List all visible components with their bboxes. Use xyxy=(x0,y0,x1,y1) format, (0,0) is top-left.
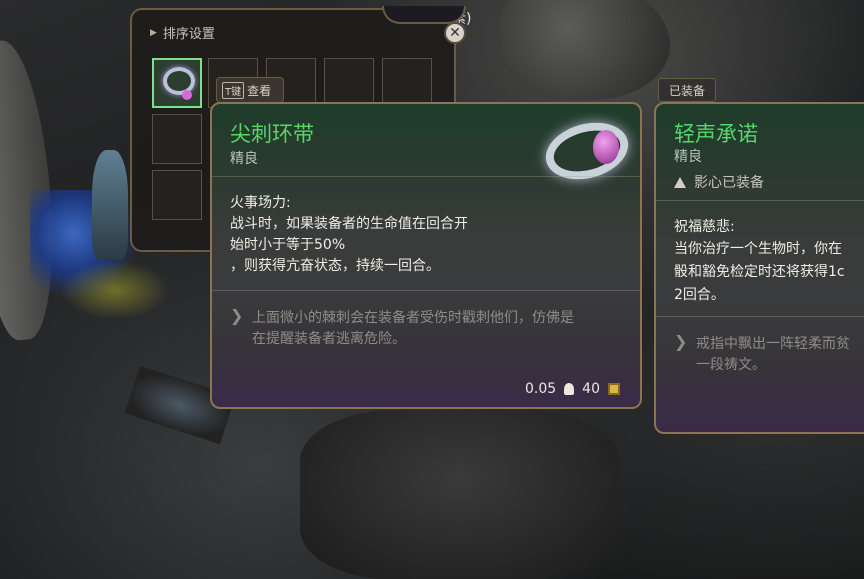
character-figure[interactable] xyxy=(92,150,128,260)
gold-coin-icon xyxy=(608,383,620,395)
equipped-effect-name: 祝福慈悲: xyxy=(674,219,735,235)
ring-stone-art xyxy=(593,130,619,164)
item-lore: 上面微小的棘刺会在装备者受伤时戳刺他们，仿佛是 在提醒装备者逃离危险。 xyxy=(252,308,622,350)
ring-gem-icon xyxy=(182,90,192,100)
divider xyxy=(656,316,864,317)
item-rarity: 精良 xyxy=(230,151,258,167)
effect-line: 当你治疗一个生物时，你在 xyxy=(674,241,842,257)
inventory-slot-selected[interactable] xyxy=(152,58,202,108)
sort-settings-header[interactable]: ▶ 排序设置 xyxy=(150,23,215,42)
inventory-slot[interactable] xyxy=(324,58,374,108)
equipped-effect-description: 当你治疗一个生物时，你在 骰和豁免检定时还将获得1c 2回合。 xyxy=(674,238,864,307)
lore-line: 上面微小的棘刺会在装备者受伤时戳刺他们，仿佛是 xyxy=(252,310,574,326)
equipped-by-label: 影心已装备 xyxy=(694,175,764,191)
item-weight: 0.05 xyxy=(525,381,557,397)
effect-line: 始时小于等于50% xyxy=(230,237,346,253)
cave-rock-top xyxy=(500,0,670,100)
close-icon[interactable]: ✕ xyxy=(444,22,466,44)
equipped-item-lore: 戒指中飘出一阵轻柔而贫 一段祷文。 xyxy=(696,334,864,376)
t-key-icon: T键 xyxy=(222,81,245,99)
lore-quote-icon: ❯ xyxy=(674,332,688,351)
view-key-hint[interactable]: T键 查看 xyxy=(216,77,284,103)
item-footer: 0.05 40 xyxy=(525,381,620,397)
divider xyxy=(212,290,640,291)
effect-description: 战斗时，如果装备者的生命值在回合开 始时小于等于50% ，则获得亢奋状态，持续一… xyxy=(230,214,530,277)
effect-line: 骰和豁免检定时还将获得1c xyxy=(674,264,845,280)
lore-line: 戒指中飘出一阵轻柔而贫 xyxy=(696,336,850,352)
equipped-item-title: 轻声承诺 xyxy=(674,122,758,146)
item-title: 尖刺环带 xyxy=(230,122,314,146)
equipped-item-tooltip: 轻声承诺 精良 影心已装备 祝福慈悲: 当你治疗一个生物时，你在 骰和豁免检定时… xyxy=(654,102,864,434)
warning-icon xyxy=(674,176,686,188)
item-tooltip: 尖刺环带 精良 火事场力: 战斗时，如果装备者的生命值在回合开 始时小于等于50… xyxy=(210,102,642,409)
sort-settings-label: 排序设置 xyxy=(162,27,215,42)
equipped-tab: 已装备 xyxy=(658,78,716,102)
divider xyxy=(656,200,864,201)
cave-rock-bottom xyxy=(300,410,620,579)
view-label: 查看 xyxy=(247,83,272,98)
lore-line: 一段祷文。 xyxy=(696,357,766,373)
inventory-slot[interactable] xyxy=(152,114,202,164)
weight-icon xyxy=(564,383,575,395)
ground-glow xyxy=(60,260,170,320)
effect-line: 2回合。 xyxy=(674,287,725,303)
effect-line: 战斗时，如果装备者的生命值在回合开 xyxy=(230,216,468,232)
item-value: 40 xyxy=(582,381,600,397)
effect-name: 火事场力: xyxy=(230,195,291,211)
lore-line: 在提醒装备者逃离危险。 xyxy=(252,331,406,347)
divider xyxy=(212,176,640,177)
ring-item-art xyxy=(537,110,637,188)
effect-line: ，则获得亢奋状态，持续一回合。 xyxy=(230,258,440,274)
expand-triangle-icon: ▶ xyxy=(150,27,157,38)
inventory-slot[interactable] xyxy=(382,58,432,108)
equipped-item-rarity: 精良 xyxy=(674,149,702,165)
equipped-by: 影心已装备 xyxy=(674,172,764,192)
lore-quote-icon: ❯ xyxy=(230,306,244,325)
inventory-slot[interactable] xyxy=(152,170,202,220)
